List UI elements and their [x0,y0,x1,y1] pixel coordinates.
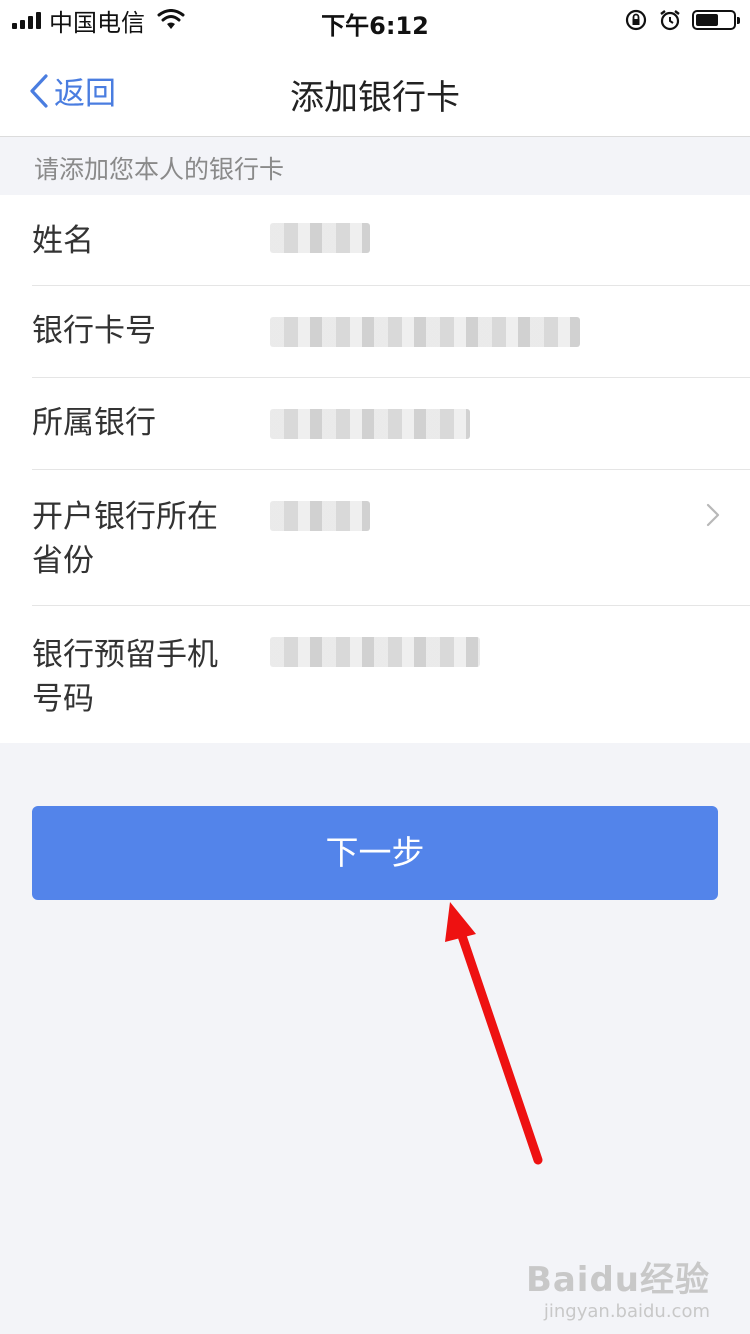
watermark-brand: Baidu经验 [525,1260,710,1300]
watermark-url: jingyan.baidu.com [543,1301,710,1322]
baidu-watermark: Baidu经验 jingyan.baidu.com [526,1252,710,1322]
annotation-arrow-icon [445,902,543,1165]
